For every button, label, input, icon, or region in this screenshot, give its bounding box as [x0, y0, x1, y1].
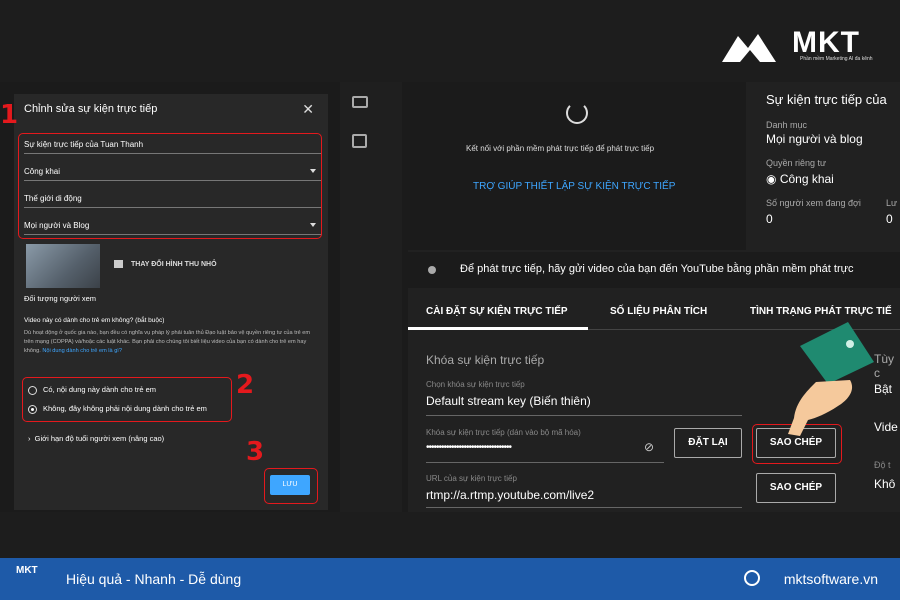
likes-label: Lư: [886, 198, 898, 208]
audience-heading: Đối tượng người xem: [24, 294, 96, 303]
change-thumbnail-label: THAY ĐỔI HÌNH THU NHỎ: [131, 260, 217, 268]
step-1: 1: [0, 100, 19, 130]
camera-icon[interactable]: [352, 96, 368, 108]
kids-description: Dù hoạt động ở quốc gia nào, bạn đều có …: [24, 329, 318, 356]
divider: [426, 507, 742, 508]
waiting-value: 0: [766, 212, 773, 226]
step-2: 2: [236, 370, 255, 400]
bottom-stripe: [0, 512, 900, 558]
right-item-4: Khô: [874, 477, 896, 491]
privacy-value: ◉ Công khai: [766, 172, 834, 186]
kids-question: Video này có dành cho trẻ em không? (bắt…: [24, 317, 165, 324]
stream-key-section-title: Khóa sự kiện trực tiếp: [426, 353, 545, 367]
brand-logo: MKT Phần mềm Marketing AI đa kênh: [720, 26, 880, 66]
calendar-icon[interactable]: [352, 134, 367, 148]
notice-text: Để phát trực tiếp, hãy gửi video của bạn…: [460, 263, 854, 275]
image-icon: [114, 260, 123, 268]
side-toolbar: [340, 82, 402, 512]
stream-url-input[interactable]: rtmp://a.rtmp.youtube.com/live2: [426, 488, 594, 502]
loading-spinner-icon: [566, 102, 588, 124]
brand-sub: Phần mềm Marketing AI đa kênh: [800, 56, 873, 62]
footer-bar: MKT Hiệu quả - Nhanh - Dễ dùng mktsoftwa…: [0, 558, 900, 600]
active-tab-indicator: [408, 327, 588, 330]
age-label: Giới hạn độ tuổi người xem (nâng cao): [34, 434, 165, 443]
stream-key-input[interactable]: ••••••••••••••••••••••••••••••••••: [426, 442, 512, 453]
choose-key-select[interactable]: Default stream key (Biến thiên): [426, 394, 591, 408]
right-item-2: Vide: [874, 420, 898, 434]
globe-icon: [744, 570, 760, 586]
highlight-fields: [18, 133, 322, 239]
footer-website[interactable]: mktsoftware.vn: [784, 571, 878, 587]
kids-link[interactable]: Nội dung dành cho trẻ em là gì?: [42, 348, 122, 354]
thumbnail-image: [26, 244, 100, 288]
right-item-3: Độ t: [874, 460, 891, 470]
highlight-radio: [22, 377, 232, 422]
privacy-text: Công khai: [779, 172, 834, 186]
category-label: Danh mục: [766, 120, 808, 130]
reset-button[interactable]: ĐẶT LẠI: [674, 428, 742, 458]
pointing-hand-icon: [788, 322, 874, 436]
change-thumbnail-button[interactable]: THAY ĐỔI HÌNH THU NHỎ: [114, 260, 217, 268]
age-restriction-toggle[interactable]: › Giới hạn độ tuổi người xem (nâng cao): [28, 434, 164, 443]
chevron-right-icon: ›: [28, 434, 35, 443]
step-3: 3: [246, 437, 265, 467]
privacy-label: Quyền riêng tư: [766, 158, 827, 168]
tab-stream-health[interactable]: TÌNH TRẠNG PHÁT TRỰC TIẾ: [750, 306, 892, 317]
likes-value: 0: [886, 212, 893, 226]
close-icon[interactable]: ✕: [302, 101, 314, 118]
choose-key-label: Chọn khóa sự kiện trực tiếp: [426, 380, 525, 389]
mkt-logo-icon: [722, 34, 776, 62]
status-dot-icon: [428, 266, 436, 274]
stream-key-label: Khóa sự kiện trực tiếp (dán vào bộ mã hó…: [426, 428, 581, 437]
eye-off-icon[interactable]: ⊘: [644, 440, 654, 454]
waiting-label: Số người xem đang đợi: [766, 198, 861, 208]
brand-name: MKT: [792, 26, 860, 59]
connect-text: Kết nối với phần mềm phát trực tiếp để p…: [466, 144, 655, 153]
preview-panel: Kết nối với phần mềm phát trực tiếp để p…: [408, 82, 746, 250]
highlight-save: [264, 468, 318, 504]
event-title: Sự kiện trực tiếp của: [766, 92, 887, 107]
copy-url-button[interactable]: SAO CHÉP: [756, 473, 836, 503]
category-value: Mọi người và blog: [766, 132, 863, 146]
divider: [426, 462, 664, 463]
footer-logo: MKT: [16, 565, 38, 576]
divider: [426, 415, 742, 416]
right-section-title: Tùy c: [874, 352, 895, 380]
right-item-1: Bật: [874, 382, 893, 396]
globe-icon: ◉: [766, 172, 780, 186]
setup-help-link[interactable]: TRỢ GIÚP THIẾT LẬP SỰ KIỆN TRỰC TIẾP: [473, 181, 675, 192]
stream-notice: Để phát trực tiếp, hãy gửi video của bạn…: [408, 252, 900, 288]
tab-analytics[interactable]: SỐ LIỆU PHÂN TÍCH: [610, 306, 707, 317]
tab-stream-settings[interactable]: CÀI ĐẶT SỰ KIỆN TRỰC TIẾP: [426, 306, 568, 317]
dialog-title: Chỉnh sửa sự kiện trực tiếp: [24, 103, 158, 115]
stream-url-label: URL của sự kiện trực tiếp: [426, 474, 517, 483]
footer-slogan: Hiệu quả - Nhanh - Dễ dùng: [66, 571, 242, 587]
